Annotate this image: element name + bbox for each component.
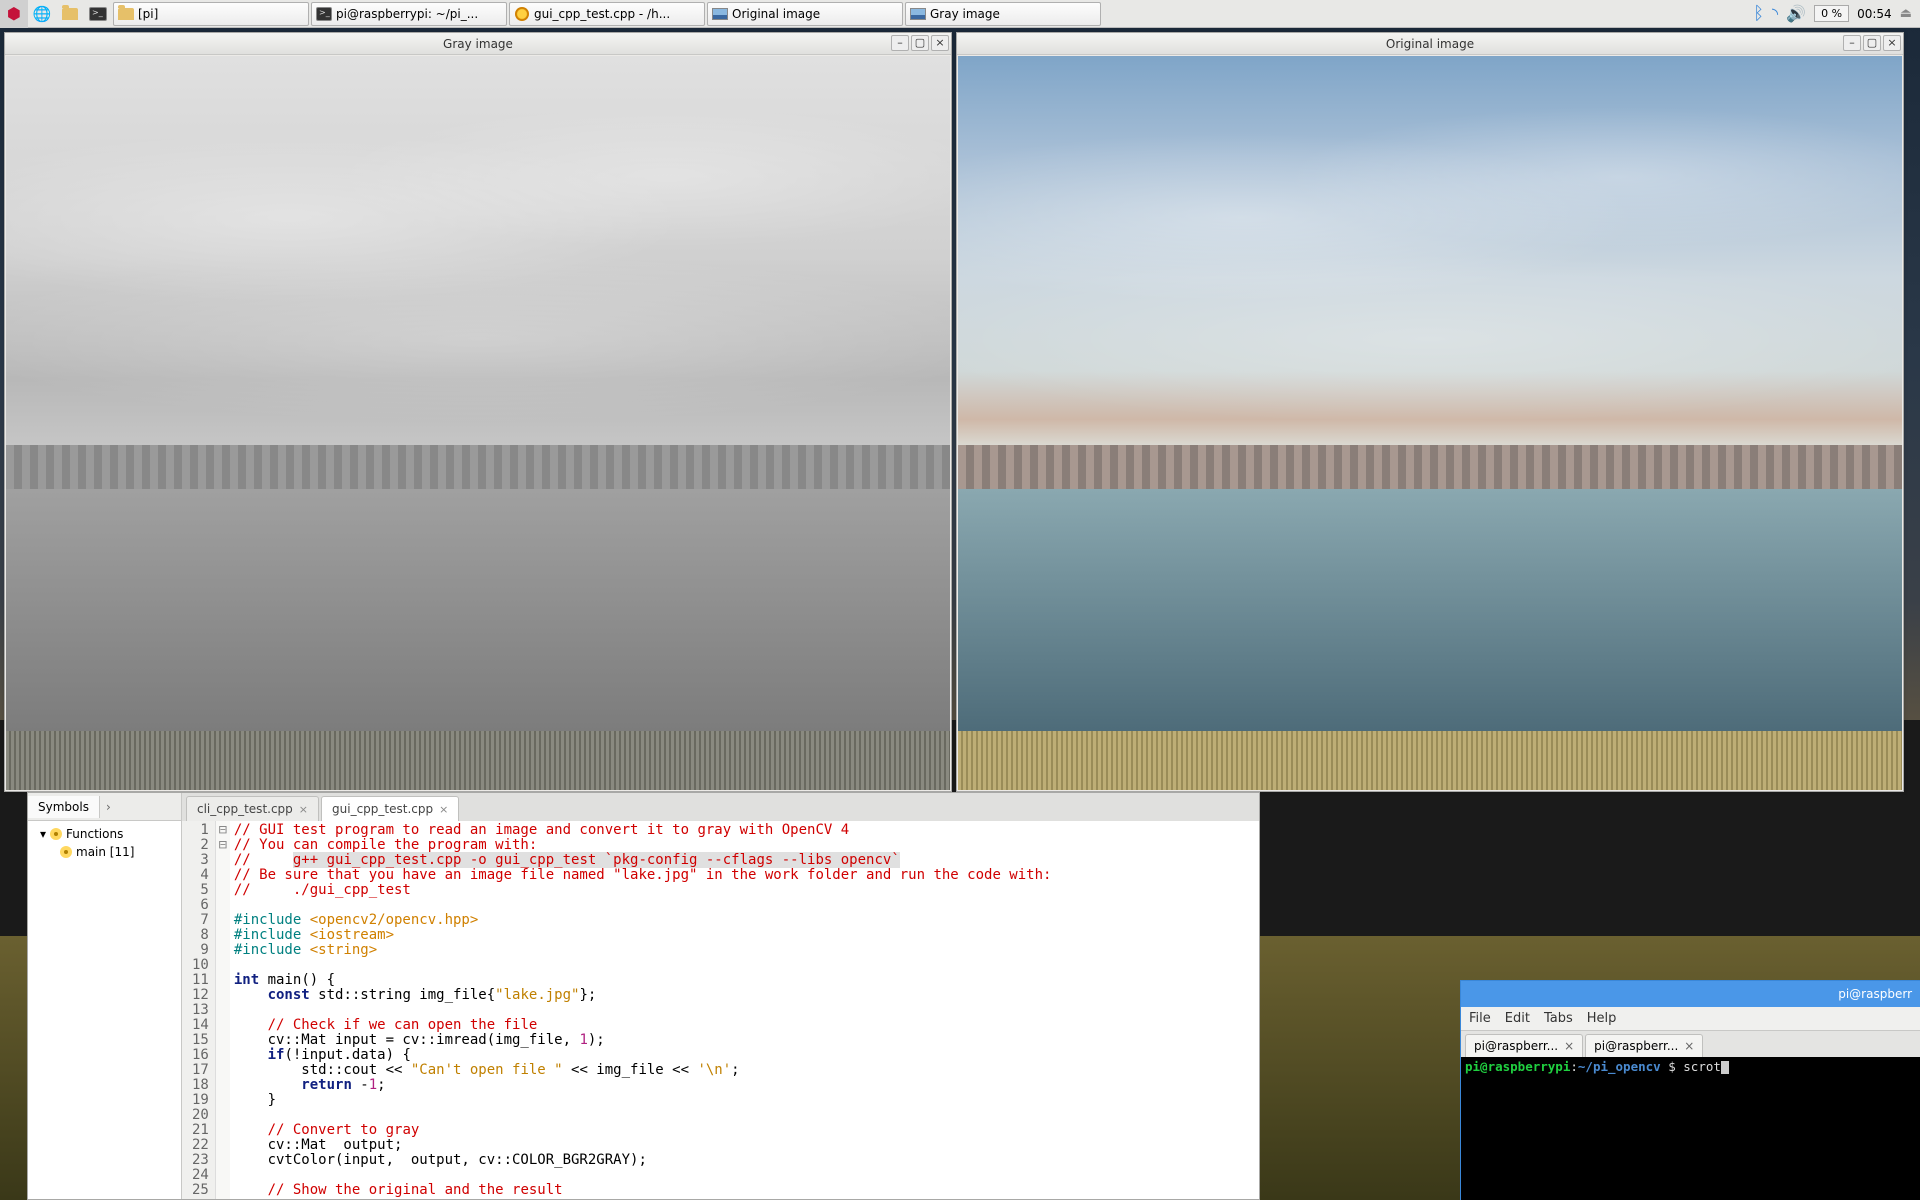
tab-close-icon[interactable]: × [439, 803, 448, 816]
geany-icon [514, 6, 530, 22]
menu-raspberry-icon[interactable]: ⬢ [0, 0, 28, 28]
terminal-menubar: File Edit Tabs Help [1461, 1007, 1920, 1031]
terminal-launcher-icon[interactable] [84, 0, 112, 28]
expand-icon: ▾ [40, 827, 46, 841]
tab-close-icon[interactable]: × [1564, 1039, 1574, 1053]
function-icon [60, 846, 72, 858]
image-canvas-color [958, 56, 1902, 790]
tab-label: pi@raspberr... [1594, 1039, 1678, 1053]
taskbar-task[interactable]: gui_cpp_test.cpp - /h... [509, 2, 705, 26]
editor-tabs: cli_cpp_test.cpp × gui_cpp_test.cpp × [182, 793, 1259, 821]
task-label: pi@raspberrypi: ~/pi_... [336, 7, 478, 21]
file-manager-icon[interactable] [56, 0, 84, 28]
tab-label: pi@raspberr... [1474, 1039, 1558, 1053]
taskbar-task[interactable]: Gray image [905, 2, 1101, 26]
window-gray-image: Gray image – ▢ × [4, 32, 952, 792]
eject-icon[interactable]: ⏏ [1900, 6, 1912, 21]
close-button[interactable]: × [931, 35, 949, 51]
sidebar-tab-overflow[interactable]: › [100, 796, 117, 818]
editor-sidebar: Symbols › ▾ Functions main [11] [28, 793, 182, 1199]
editor-tab[interactable]: cli_cpp_test.cpp × [186, 796, 319, 821]
terminal-cursor [1721, 1061, 1729, 1074]
window-title-text: Gray image [443, 37, 513, 51]
task-label: gui_cpp_test.cpp - /h... [534, 7, 670, 21]
terminal-tab[interactable]: pi@raspberr... × [1585, 1034, 1703, 1057]
taskbar-task[interactable]: pi@raspberrypi: ~/pi_... [311, 2, 507, 26]
close-button[interactable]: × [1883, 35, 1901, 51]
menu-item-file[interactable]: File [1469, 1011, 1491, 1026]
clock[interactable]: 00:54 [1857, 7, 1892, 21]
tree-label: Functions [66, 827, 123, 841]
terminal-body[interactable]: pi@raspberrypi:~/pi_opencv $ scrot [1461, 1057, 1920, 1200]
sidebar-tab-symbols[interactable]: Symbols [28, 796, 100, 818]
terminal-title-text: pi@raspberr [1838, 987, 1912, 1001]
terminal-command: scrot [1683, 1059, 1721, 1074]
tree-node-main[interactable]: main [11] [32, 843, 177, 861]
menu-item-tabs[interactable]: Tabs [1544, 1011, 1573, 1026]
window-title-text: Original image [1386, 37, 1474, 51]
wifi-icon[interactable]: ◝ [1772, 4, 1778, 23]
img-icon [910, 6, 926, 22]
code-area[interactable]: 1234567891011121314151617181920212223242… [182, 821, 1259, 1199]
prompt-user: pi@raspberrypi [1465, 1059, 1570, 1074]
img-icon [712, 6, 728, 22]
terminal-tabs: pi@raspberr... × pi@raspberr... × [1461, 1031, 1920, 1057]
maximize-button[interactable]: ▢ [1863, 35, 1881, 51]
image-canvas-gray [6, 56, 950, 790]
task-label: Gray image [930, 7, 1000, 21]
web-browser-icon[interactable]: 🌐 [28, 0, 56, 28]
taskbar-task[interactable]: Original image [707, 2, 903, 26]
prompt-sep: $ [1661, 1059, 1684, 1074]
menu-item-help[interactable]: Help [1587, 1011, 1617, 1026]
code-editor: Symbols › ▾ Functions main [11] cli_cpp_… [27, 792, 1260, 1200]
task-label: [pi] [138, 7, 158, 21]
term-icon [316, 6, 332, 22]
tree-node-functions[interactable]: ▾ Functions [32, 825, 177, 843]
window-title[interactable]: Gray image – ▢ × [5, 33, 951, 55]
editor-tab[interactable]: gui_cpp_test.cpp × [321, 796, 459, 821]
terminal-titlebar[interactable]: pi@raspberr [1461, 981, 1920, 1007]
taskbar: ⬢ 🌐 [pi] pi@raspberrypi: ~/pi_... gui_cpp_… [0, 0, 1920, 28]
maximize-button[interactable]: ▢ [911, 35, 929, 51]
folder-icon [118, 6, 134, 22]
window-title[interactable]: Original image – ▢ × [957, 33, 1903, 55]
prompt-sep: : [1570, 1059, 1578, 1074]
prompt-path: ~/pi_opencv [1578, 1059, 1661, 1074]
tree-label: main [11] [76, 845, 134, 859]
tab-close-icon[interactable]: × [1684, 1039, 1694, 1053]
terminal-window: pi@raspberr File Edit Tabs Help pi@raspberr… [1460, 980, 1920, 1200]
terminal-tab[interactable]: pi@raspberr... × [1465, 1034, 1583, 1057]
tab-close-icon[interactable]: × [299, 803, 308, 816]
window-original-image: Original image – ▢ × [956, 32, 1904, 792]
minimize-button[interactable]: – [891, 35, 909, 51]
tab-label: gui_cpp_test.cpp [332, 802, 433, 816]
tab-label: cli_cpp_test.cpp [197, 802, 293, 816]
minimize-button[interactable]: – [1843, 35, 1861, 51]
functions-icon [50, 828, 62, 840]
task-label: Original image [732, 7, 820, 21]
bluetooth-icon[interactable]: ᛒ [1753, 3, 1764, 24]
cpu-badge[interactable]: 0 % [1814, 5, 1849, 22]
taskbar-task[interactable]: [pi] [113, 2, 309, 26]
volume-icon[interactable]: 🔊 [1786, 4, 1806, 23]
menu-item-edit[interactable]: Edit [1505, 1011, 1530, 1026]
